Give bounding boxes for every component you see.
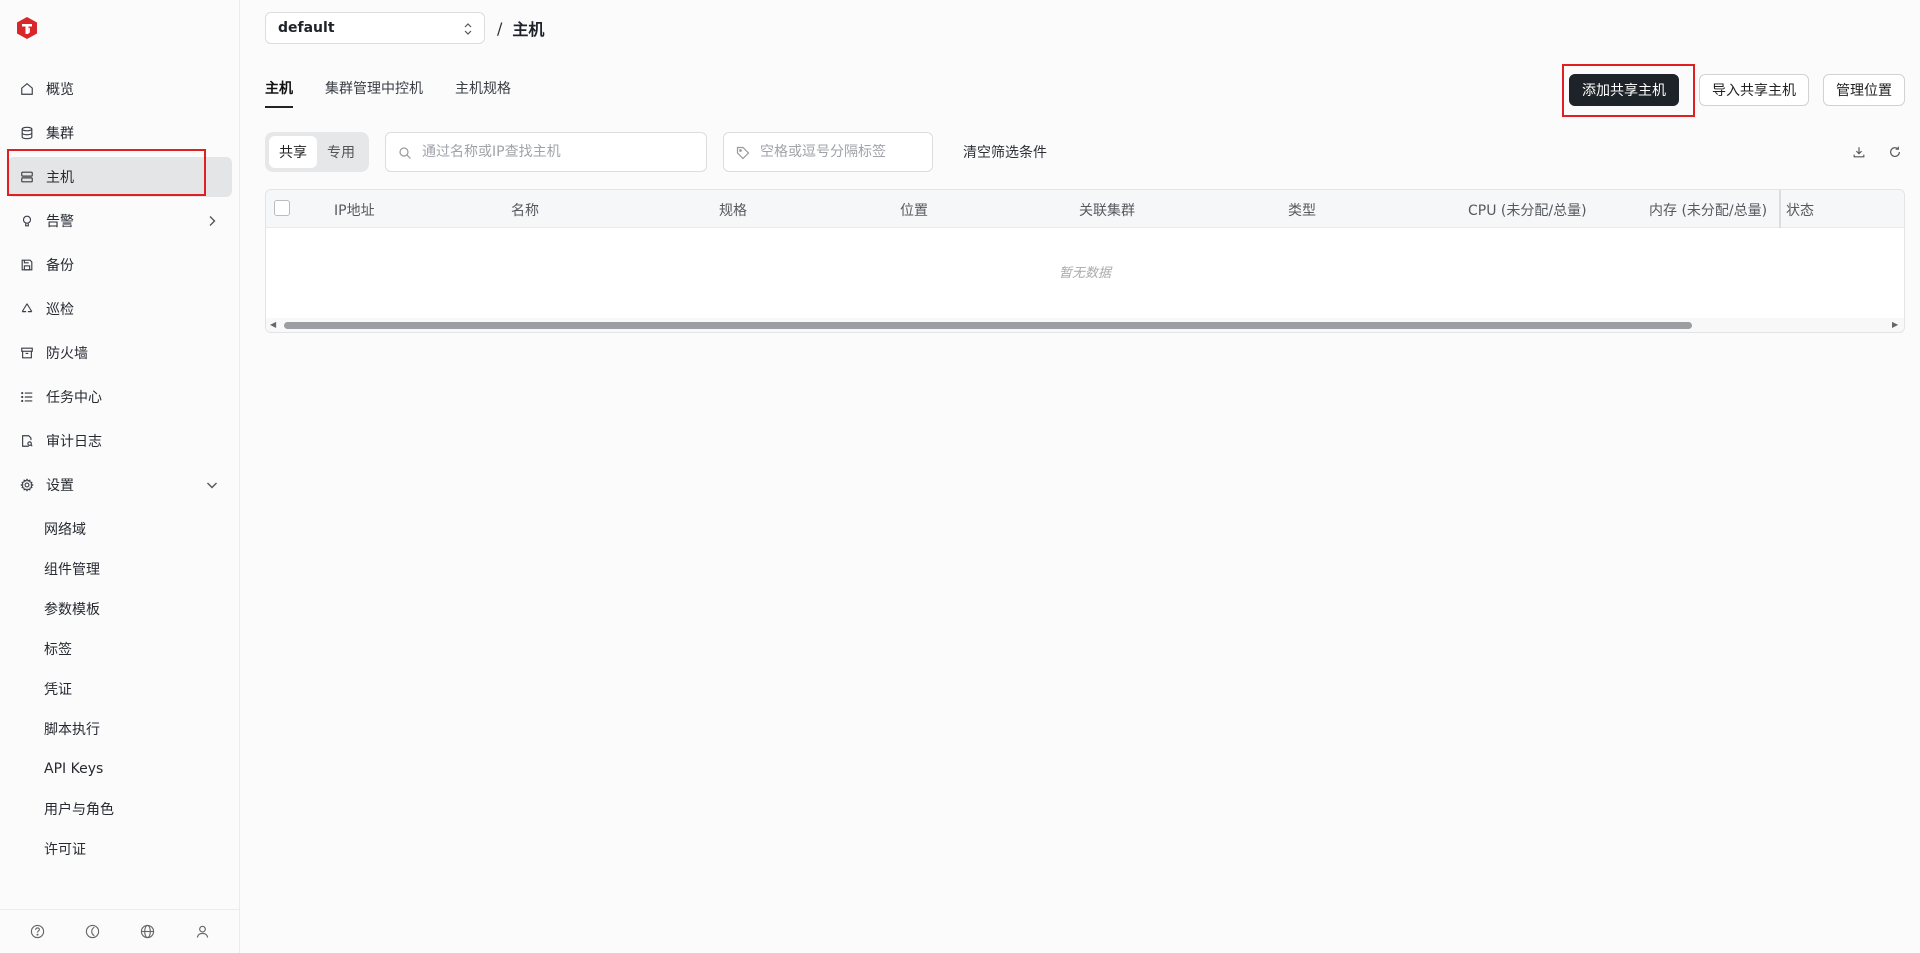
recycle-icon [18,300,36,318]
archive-icon [18,344,36,362]
sidebar-item-firewall[interactable]: 防火墙 [8,333,232,373]
host-type-segment: 共享 专用 [265,132,369,172]
host-search-box [385,132,707,172]
sidebar-item-label: 审计日志 [46,434,102,450]
host-search-input[interactable] [422,144,694,160]
sidebar-subitem-components[interactable]: 组件管理 [0,549,240,589]
column-header[interactable]: 类型 [1288,200,1316,220]
clear-filters-link[interactable]: 清空筛选条件 [963,142,1047,162]
logo-icon[interactable] [15,16,39,40]
sidebar-item-inspection[interactable]: 巡检 [8,289,232,329]
refresh-icon[interactable] [1885,142,1905,162]
home-icon [18,80,36,98]
column-header[interactable]: 内存 (未分配/总量) [1649,200,1767,220]
hosts-table: IP地址 名称 规格 位置 关联集群 类型 CPU (未分配/总量) 内存 (未… [265,189,1905,333]
tag-filter-box [723,132,933,172]
updown-chevron-icon [462,21,474,37]
chevron-right-icon [204,213,220,229]
download-icon[interactable] [1849,142,1869,162]
sidebar-nav: 概览 集群 主机 告警 备份 巡检 防火墙 任务中心 审计日志 设置 网络域 组… [0,65,240,869]
tab-hosts[interactable]: 主机 [265,78,293,108]
sidebar-item-label: 集群 [46,126,74,142]
sidebar-item-label: 防火墙 [46,346,88,362]
main-content: default / 主机 主机 集群管理中控机 主机规格 添加共享主机 导入共享… [265,0,1905,953]
sidebar-item-alerts[interactable]: 告警 [8,201,232,241]
chevron-down-icon [204,477,220,493]
file-search-icon [18,432,36,450]
segment-shared[interactable]: 共享 [269,136,317,168]
sidebar-item-label: 概览 [46,82,74,98]
user-icon[interactable] [194,923,212,941]
sidebar-item-settings[interactable]: 设置 [8,465,232,505]
tab-control-machines[interactable]: 集群管理中控机 [325,78,423,108]
add-shared-host-button[interactable]: 添加共享主机 [1569,74,1679,106]
filter-bar: 共享 专用 清空筛选条件 [265,132,1905,172]
column-header[interactable]: 规格 [719,200,747,220]
sidebar-item-clusters[interactable]: 集群 [8,113,232,153]
segment-dedicated[interactable]: 专用 [317,136,365,168]
sidebar-subitem-credentials[interactable]: 凭证 [0,669,240,709]
bulb-icon [18,212,36,230]
sidebar-item-overview[interactable]: 概览 [8,69,232,109]
sidebar-item-tasks[interactable]: 任务中心 [8,377,232,417]
list-icon [18,388,36,406]
sidebar-item-label: 任务中心 [46,390,102,406]
horizontal-scrollbar[interactable]: ◀ ▶ [266,318,1904,332]
sidebar: 概览 集群 主机 告警 备份 巡检 防火墙 任务中心 审计日志 设置 网络域 组… [0,0,240,953]
sidebar-item-backup[interactable]: 备份 [8,245,232,285]
save-icon [18,256,36,274]
table-tools [1833,142,1905,162]
manage-location-button[interactable]: 管理位置 [1823,74,1905,106]
sidebar-subitem-script-exec[interactable]: 脚本执行 [0,709,240,749]
sidebar-item-label: 主机 [46,170,74,186]
action-bar: 添加共享主机 导入共享主机 管理位置 [1569,74,1905,106]
sidebar-item-label: 告警 [46,214,74,230]
breadcrumb-separator: / [497,18,503,38]
sidebar-subitem-license[interactable]: 许可证 [0,829,240,869]
sidebar-subitem-api-keys[interactable]: API Keys [0,749,240,789]
column-header[interactable]: IP地址 [334,200,375,220]
fixed-column-divider [1779,190,1781,228]
namespace-value: default [278,20,335,36]
theme-icon[interactable] [84,923,102,941]
server-icon [18,168,36,186]
table-header: IP地址 名称 规格 位置 关联集群 类型 CPU (未分配/总量) 内存 (未… [266,190,1904,228]
tab-host-specs[interactable]: 主机规格 [455,78,511,108]
sidebar-item-label: 备份 [46,258,74,274]
search-icon [398,145,412,159]
tabs: 主机 集群管理中控机 主机规格 [265,78,543,108]
sidebar-subitem-param-templates[interactable]: 参数模板 [0,589,240,629]
page-title: 主机 [512,20,545,39]
gear-icon [18,476,36,494]
column-header[interactable]: 名称 [511,200,539,220]
sidebar-subitem-tags[interactable]: 标签 [0,629,240,669]
scroll-right-icon[interactable]: ▶ [1892,321,1900,329]
sidebar-subitem-network-domain[interactable]: 网络域 [0,509,240,549]
sidebar-footer [0,909,240,953]
namespace-select[interactable]: default [265,12,485,44]
scrollbar-thumb[interactable] [284,322,1692,329]
sidebar-item-label: 巡检 [46,302,74,318]
column-header[interactable]: 位置 [900,200,928,220]
tag-filter-input[interactable] [760,144,920,160]
sidebar-item-label: 设置 [46,478,74,494]
sidebar-item-audit-log[interactable]: 审计日志 [8,421,232,461]
breadcrumb: default / 主机 [265,12,544,44]
column-header[interactable]: 关联集群 [1079,200,1135,220]
sidebar-subitem-users-roles[interactable]: 用户与角色 [0,789,240,829]
import-shared-host-button[interactable]: 导入共享主机 [1699,74,1809,106]
database-icon [18,124,36,142]
globe-icon[interactable] [139,923,157,941]
app-root: 概览 集群 主机 告警 备份 巡检 防火墙 任务中心 审计日志 设置 网络域 组… [0,0,1920,953]
select-all-checkbox[interactable] [274,200,290,216]
scroll-left-icon[interactable]: ◀ [270,321,278,329]
help-icon[interactable] [29,923,47,941]
column-header[interactable]: 状态 [1786,200,1814,220]
sidebar-item-hosts[interactable]: 主机 [8,157,232,197]
tag-icon [736,145,750,160]
empty-state: 暂无数据 [1058,266,1111,281]
column-header[interactable]: CPU (未分配/总量) [1468,200,1587,220]
